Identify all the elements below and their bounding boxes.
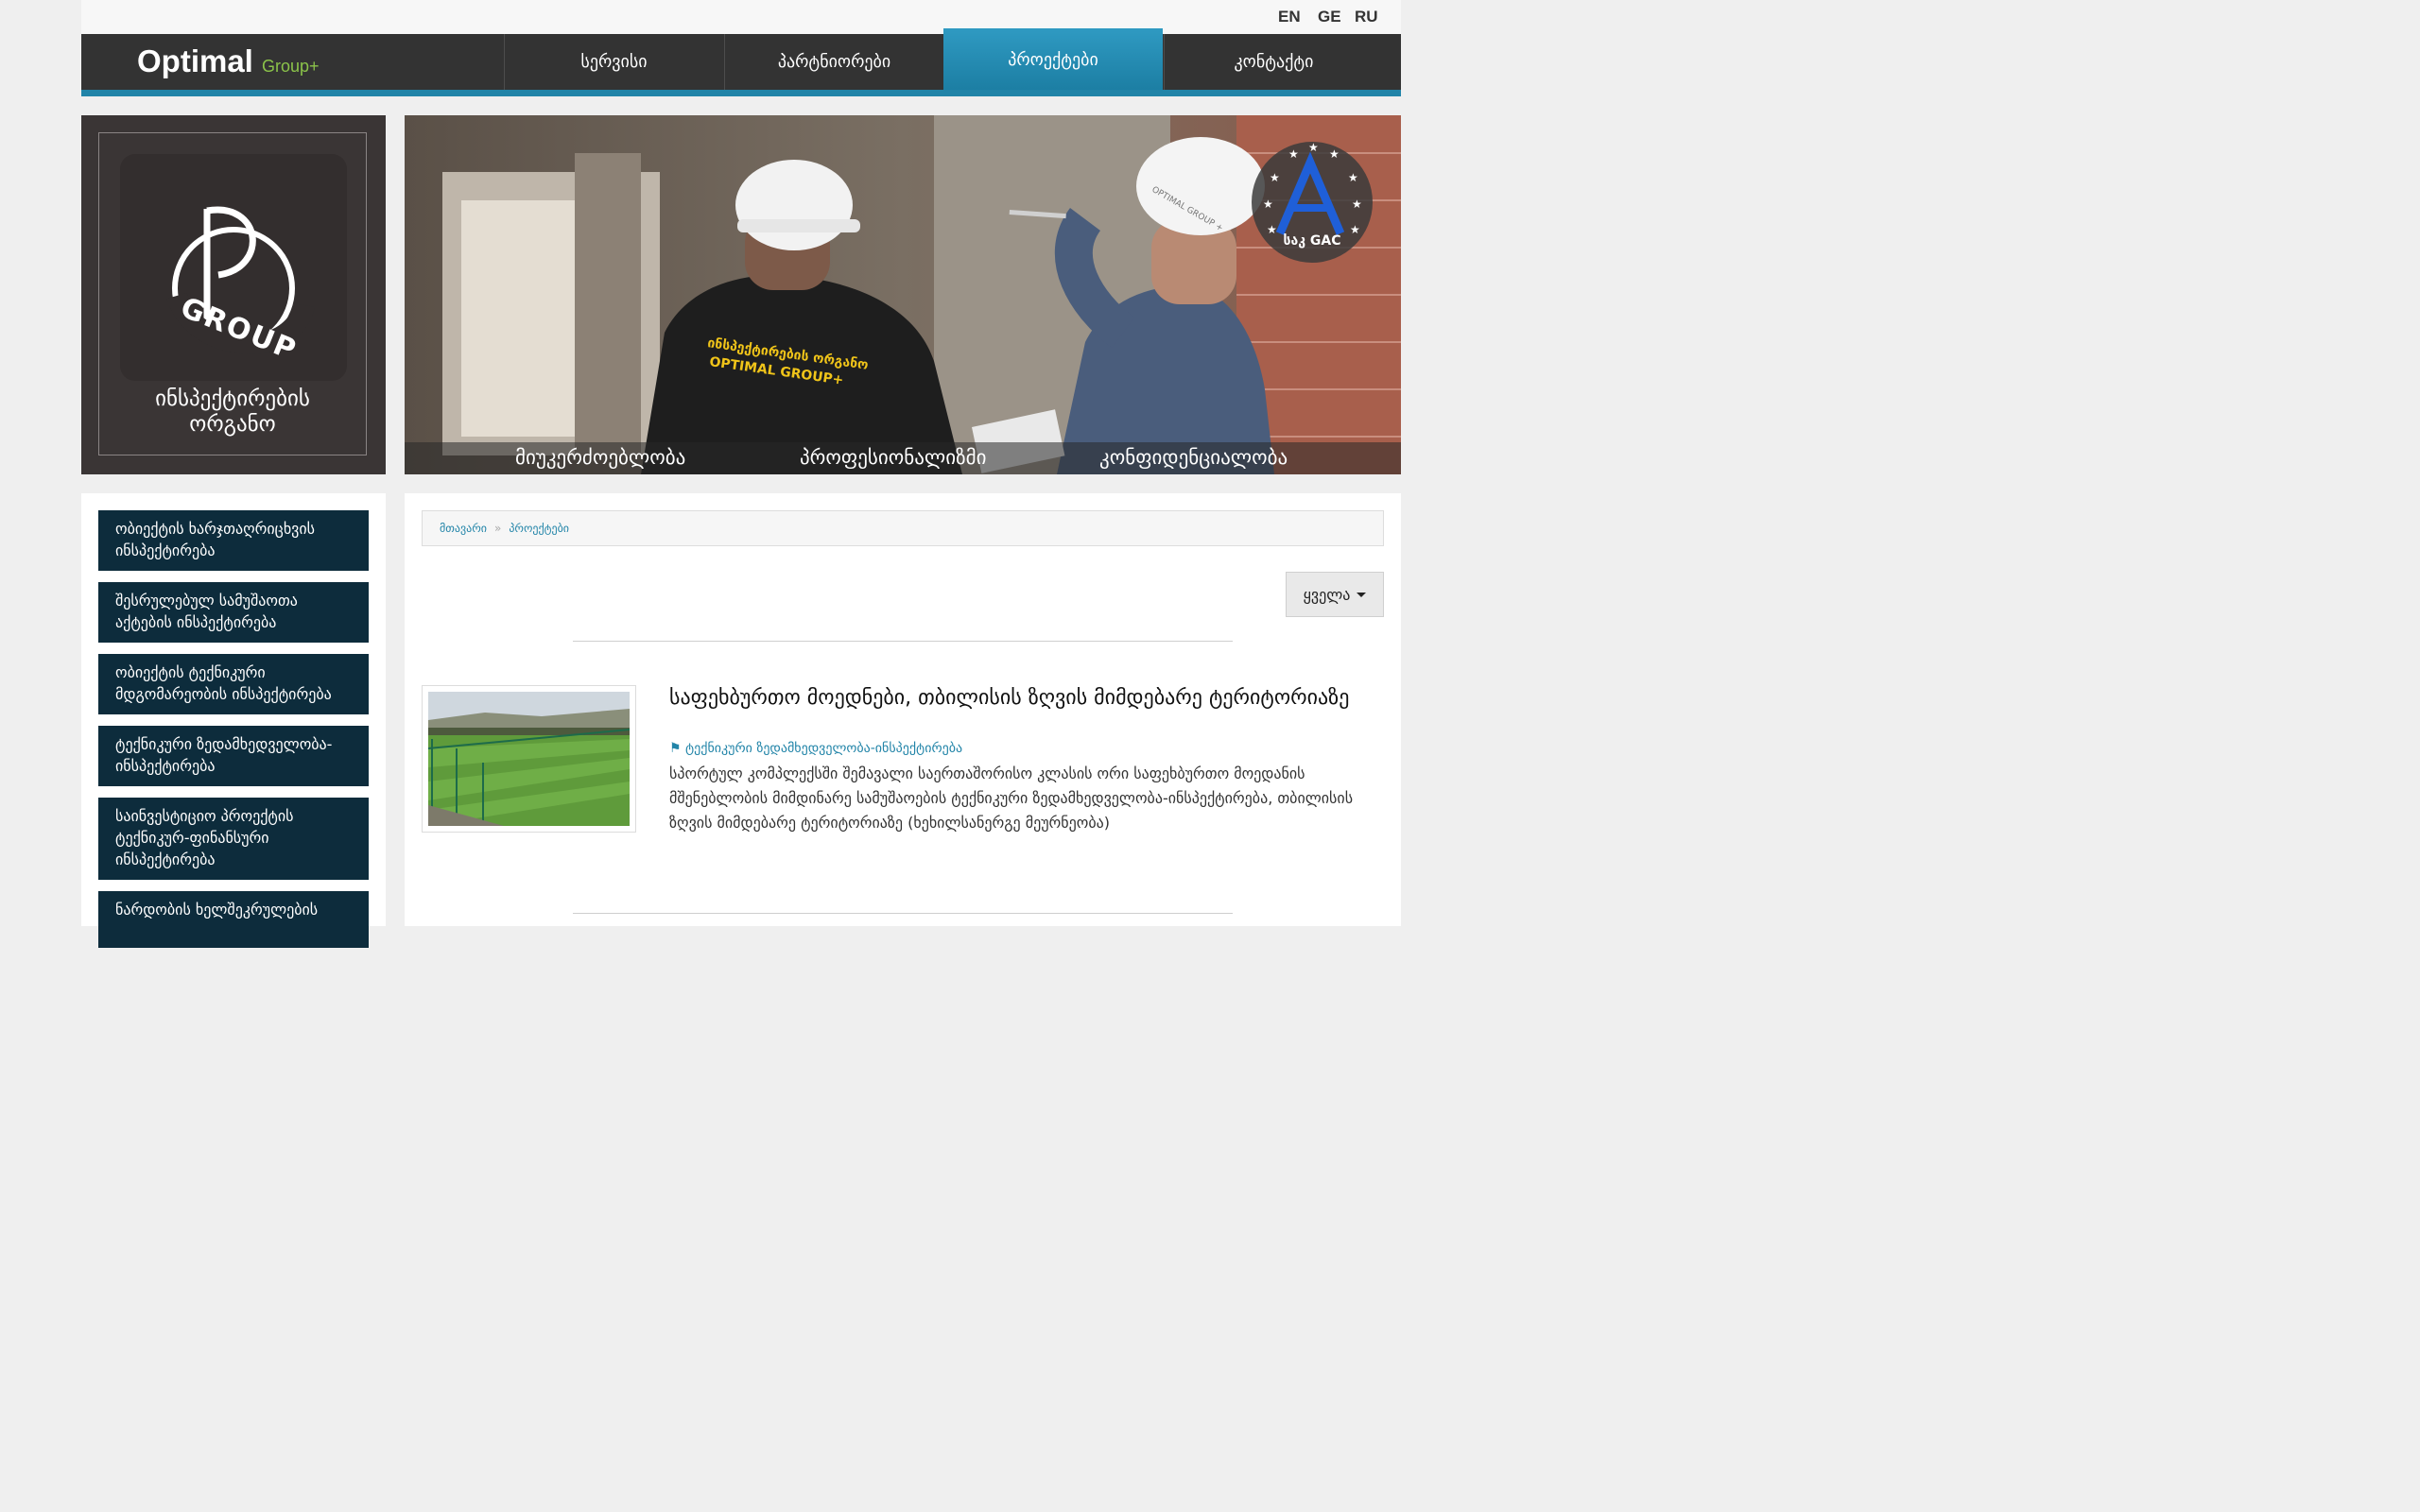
- svg-text:★: ★: [1350, 223, 1360, 236]
- svg-text:★: ★: [1270, 171, 1280, 184]
- organization-logo-panel: GROUP ინსპექტირების ორგანო: [81, 115, 386, 474]
- nav-item-partners[interactable]: პარტნიორები: [724, 34, 943, 90]
- svg-text:საკ GAC: საკ GAC: [1284, 233, 1341, 249]
- svg-text:★: ★: [1288, 147, 1299, 161]
- brand-suffix: Group+: [262, 57, 320, 76]
- lang-ge-link[interactable]: GE: [1318, 8, 1341, 26]
- nav-underline: [81, 90, 1401, 96]
- svg-text:★: ★: [1263, 198, 1273, 211]
- hero-values-strip: მიუკერძოებლობა პროფესიონალიზმი კონფიდენც…: [405, 442, 1401, 474]
- divider-bottom: [573, 913, 1233, 914]
- logo-frame: GROUP ინსპექტირების ორგანო: [98, 132, 367, 455]
- nav-item-projects[interactable]: პროექტები: [943, 28, 1163, 91]
- optimal-group-logo: GROUP: [120, 154, 347, 381]
- lang-en-link[interactable]: EN: [1278, 8, 1301, 26]
- sidebar-item-estimate-inspection[interactable]: ობიექტის ხარჯთაღრიცხვის ინსპექტირება: [98, 510, 369, 571]
- services-sidebar: ობიექტის ხარჯთაღრიცხვის ინსპექტირება შეს…: [81, 493, 386, 948]
- svg-text:★: ★: [1308, 141, 1319, 154]
- svg-text:★: ★: [1348, 171, 1358, 184]
- value-confidentiality: კონფიდენციალობა: [1099, 446, 1288, 469]
- sidebar-item-completed-works-inspection[interactable]: შესრულებულ სამუშაოთა აქტების ინსპექტირებ…: [98, 582, 369, 643]
- hero-photo: ინსპექტირების ორგანო OPTIMAL GROUP+ OPTI…: [405, 115, 1401, 474]
- caret-down-icon: [1357, 592, 1367, 597]
- project-title[interactable]: საფეხბურთო მოედნები, თბილისის ზღვის მიმდ…: [669, 686, 1350, 710]
- main-content: მთავარი » პროექტები ყველა საფეხბურთო მოედ…: [405, 493, 1401, 926]
- project-description: სპორტულ კომპლექსში შემავალი საერთაშორისო…: [669, 765, 1354, 832]
- main-nav: Optimal Group+ სერვისი პარტნიორები პროექ…: [81, 28, 1401, 91]
- value-professionalism: პროფესიონალიზმი: [800, 446, 987, 469]
- organization-caption: ინსპექტირების ორგანო: [99, 387, 366, 438]
- svg-text:★: ★: [1329, 147, 1340, 161]
- divider-top: [573, 641, 1233, 642]
- language-bar: EN GE RU: [81, 0, 1401, 34]
- value-impartiality: მიუკერძოებლობა: [515, 446, 686, 469]
- breadcrumb-current-link[interactable]: პროექტები: [509, 522, 569, 535]
- hero-banner: ინსპექტირების ორგანო OPTIMAL GROUP+ OPTI…: [405, 115, 1401, 474]
- sidebar-item-technical-supervision[interactable]: ტექნიკური ზედამხედველობა-ინსპექტირება: [98, 726, 369, 786]
- sidebar-item-contract-inspection[interactable]: ნარდობის ხელშეკრულების: [98, 891, 369, 948]
- brand-name: Optimal: [137, 43, 253, 78]
- lang-ru-link[interactable]: RU: [1355, 8, 1378, 26]
- svg-text:GROUP: GROUP: [176, 291, 302, 368]
- tag-icon: ⚑: [669, 741, 682, 756]
- category-filter-dropdown[interactable]: ყველა: [1286, 572, 1384, 617]
- project-category-tag[interactable]: ⚑ ტექნიკური ზედამხედველობა-ინსპექტირება: [669, 741, 962, 756]
- svg-text:★: ★: [1352, 198, 1362, 211]
- breadcrumb-home-link[interactable]: მთავარი: [440, 522, 487, 535]
- tag-label: ტექნიკური ზედამხედველობა-ინსპექტირება: [685, 741, 963, 756]
- project-thumbnail[interactable]: [422, 685, 636, 833]
- caption-line-2: ორგანო: [189, 412, 276, 437]
- caption-line-1: ინსპექტირების: [155, 387, 310, 411]
- breadcrumb: მთავარი » პროექტები: [422, 510, 1384, 546]
- filter-label: ყველა: [1303, 585, 1351, 604]
- breadcrumb-separator: »: [493, 522, 502, 535]
- nav-item-services[interactable]: სერვისი: [504, 34, 723, 90]
- nav-item-contact[interactable]: კონტაქტი: [1164, 34, 1383, 90]
- sidebar-item-investment-project-inspection[interactable]: საინვესტიციო პროექტის ტექნიკურ-ფინანსური…: [98, 798, 369, 880]
- svg-text:★: ★: [1267, 223, 1277, 236]
- optimal-logo-icon: GROUP: [166, 206, 315, 368]
- football-field-photo: [427, 692, 631, 826]
- sidebar-item-technical-condition-inspection[interactable]: ობიექტის ტექნიკური მდგომარეობის ინსპექტი…: [98, 654, 369, 714]
